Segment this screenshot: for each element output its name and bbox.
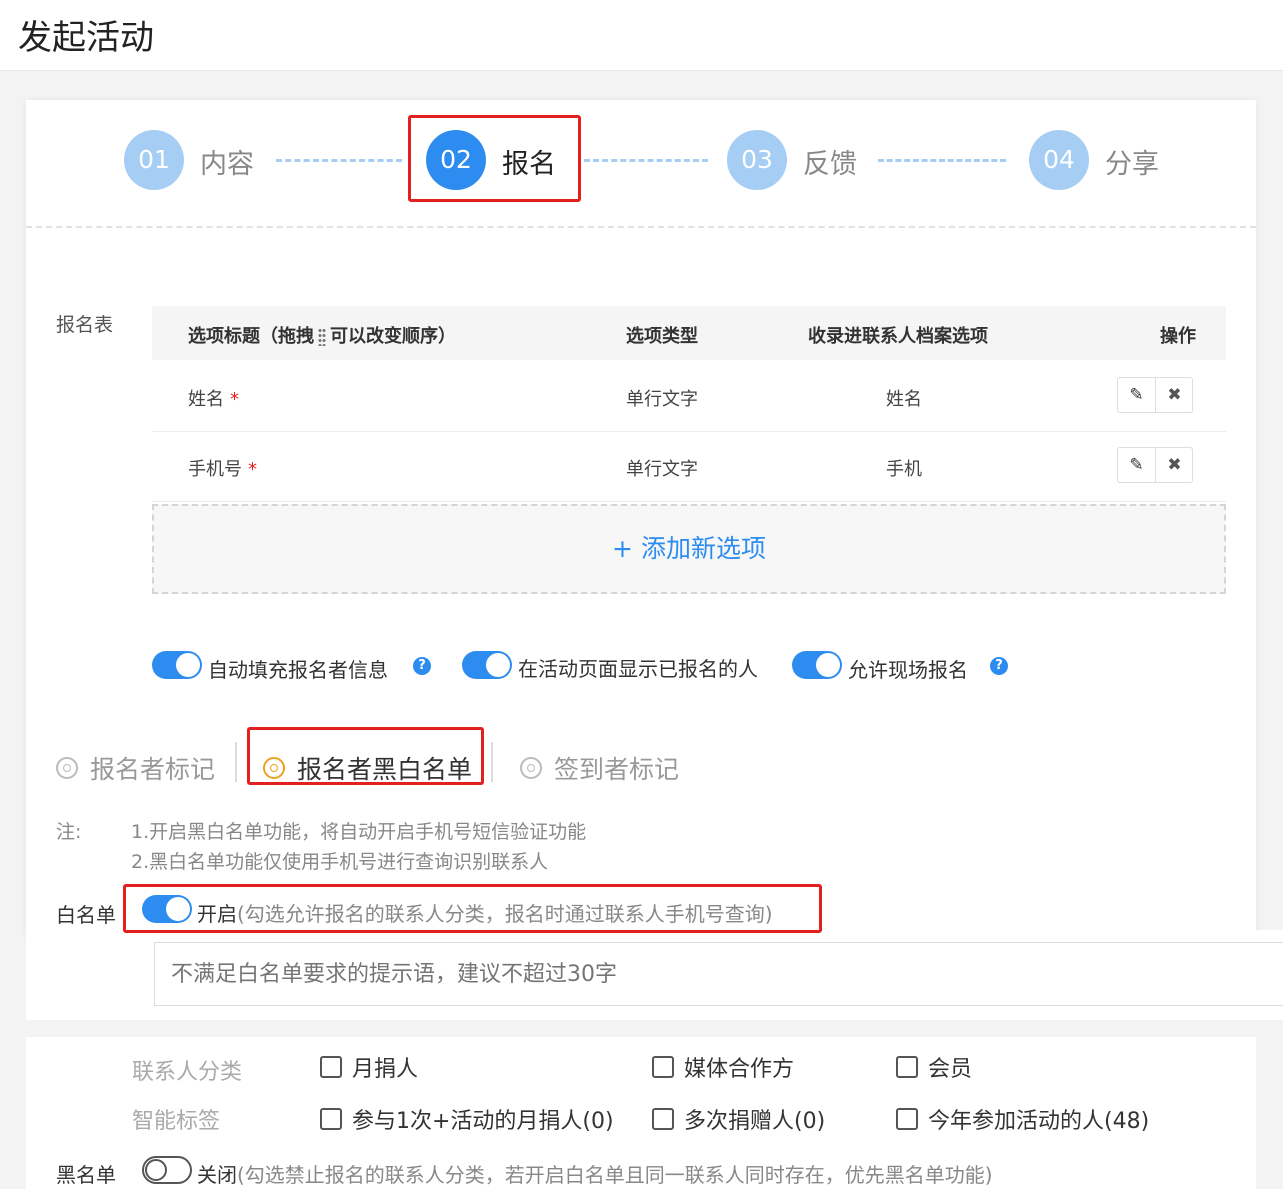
field-archive: 姓名 xyxy=(886,389,922,410)
note-line-1: 1.开启黑白名单功能，将自动开启手机号短信验证功能 xyxy=(131,821,587,843)
table-row[interactable]: 手机号 * 单行文字 手机 ✎ ✖ xyxy=(152,431,1226,502)
column-header-type: 选项类型 xyxy=(626,326,698,347)
autofill-label: 自动填充报名者信息 xyxy=(208,658,388,682)
checkbox-tag-3[interactable]: 今年参加活动的人(48) xyxy=(896,1103,1149,1135)
page-title: 发起活动 xyxy=(18,18,154,58)
highlight-box-whitelist xyxy=(123,884,822,933)
field-archive: 手机 xyxy=(886,459,922,480)
checkbox-icon xyxy=(652,1056,674,1078)
highlight-box-tab xyxy=(247,727,484,785)
checkbox-monthly-donor[interactable]: 月捐人 xyxy=(320,1051,418,1083)
field-type: 单行文字 xyxy=(626,389,698,410)
step-number: 01 xyxy=(124,130,184,190)
table-row[interactable]: 姓名 * 单行文字 姓名 ✎ ✖ xyxy=(152,361,1226,432)
step-number: 04 xyxy=(1029,130,1089,190)
show-attendees-toggle[interactable] xyxy=(462,651,512,679)
tab-checkin-mark[interactable]: 签到者标记 xyxy=(520,750,679,784)
step-divider xyxy=(26,226,1256,228)
step-connector xyxy=(584,159,708,162)
note-prefix: 注: xyxy=(56,821,82,843)
tab-signup-mark[interactable]: 报名者标记 xyxy=(56,750,215,784)
step-number: 03 xyxy=(727,130,787,190)
drag-handle-icon xyxy=(318,328,326,346)
checkbox-icon xyxy=(652,1108,674,1130)
column-header-archive: 收录进联系人档案选项 xyxy=(808,326,988,347)
step-label: 内容 xyxy=(200,149,254,180)
blacklist-hint: (勾选禁止报名的联系人分类，若开启白名单且同一联系人同时存在，优先黑名单功能) xyxy=(237,1163,993,1187)
checkbox-tag-2[interactable]: 多次捐赠人(0) xyxy=(652,1103,825,1135)
edit-icon[interactable]: ✎ xyxy=(1118,378,1155,412)
checkbox-icon xyxy=(320,1108,342,1130)
smart-tag-label: 智能标签 xyxy=(132,1109,221,1134)
step-connector xyxy=(276,159,402,162)
autofill-toggle[interactable] xyxy=(152,651,202,679)
whitelist-message-input[interactable] xyxy=(154,942,1283,1006)
delete-icon[interactable]: ✖ xyxy=(1155,378,1193,412)
checkbox-icon xyxy=(320,1056,342,1078)
field-title: 姓名 * xyxy=(188,389,239,410)
contact-category-label: 联系人分类 xyxy=(132,1060,243,1085)
add-option-button[interactable]: + 添加新选项 xyxy=(152,504,1226,594)
blacklist-label: 黑名单 xyxy=(56,1163,116,1187)
help-icon[interactable]: ? xyxy=(413,657,431,675)
checkbox-member[interactable]: 会员 xyxy=(896,1051,972,1083)
required-mark: * xyxy=(230,389,239,410)
blacklist-status: 关闭(勾选禁止报名的联系人分类，若开启白名单且同一联系人同时存在，优先黑名单功能… xyxy=(197,1163,993,1187)
radio-icon xyxy=(520,757,542,779)
column-header-title: 选项标题（拖拽 可以改变顺序） xyxy=(188,326,456,347)
edit-icon[interactable]: ✎ xyxy=(1118,448,1155,482)
column-header-actions: 操作 xyxy=(1160,326,1196,347)
checkbox-media-partner[interactable]: 媒体合作方 xyxy=(652,1051,794,1083)
form-section-label: 报名表 xyxy=(56,314,114,336)
field-type: 单行文字 xyxy=(626,459,698,480)
step-label: 分享 xyxy=(1105,149,1159,180)
onsite-signup-toggle[interactable] xyxy=(792,651,842,679)
whitelist-label: 白名单 xyxy=(56,903,116,927)
step-connector xyxy=(878,159,1006,162)
checkbox-icon xyxy=(896,1108,918,1130)
field-title: 手机号 * xyxy=(188,459,257,480)
show-attendees-label: 在活动页面显示已报名的人 xyxy=(518,657,758,681)
onsite-signup-label: 允许现场报名 xyxy=(848,658,968,682)
note-line-2: 2.黑白名单功能仅使用手机号进行查询识别联系人 xyxy=(131,851,549,873)
step-label: 反馈 xyxy=(803,149,857,180)
radio-icon xyxy=(56,757,78,779)
highlight-box-step xyxy=(408,115,581,202)
tab-divider xyxy=(235,742,237,782)
row-actions: ✎ ✖ xyxy=(1117,447,1193,483)
checkbox-icon xyxy=(896,1056,918,1078)
required-mark: * xyxy=(248,459,257,480)
delete-icon[interactable]: ✖ xyxy=(1155,448,1193,482)
checkbox-tag-1[interactable]: 参与1次+活动的月捐人(0) xyxy=(320,1103,614,1135)
form-table-header: 选项标题（拖拽 可以改变顺序） 选项类型 收录进联系人档案选项 操作 xyxy=(152,306,1226,360)
blacklist-toggle[interactable] xyxy=(142,1156,192,1184)
row-actions: ✎ ✖ xyxy=(1117,377,1193,413)
help-icon[interactable]: ? xyxy=(990,657,1008,675)
top-bar: 发起活动 xyxy=(0,0,1283,71)
tab-divider xyxy=(491,742,493,782)
